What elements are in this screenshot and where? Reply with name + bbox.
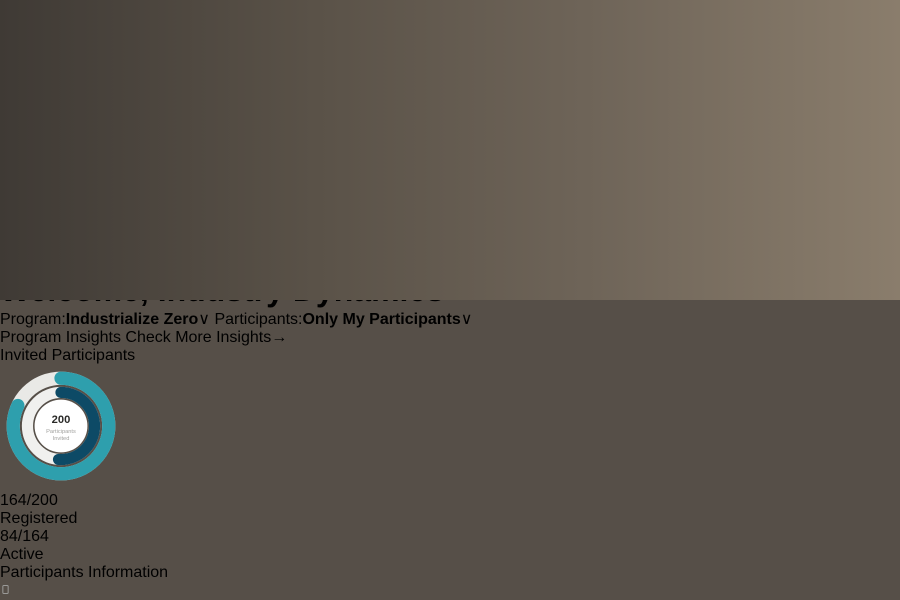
background-photo-bottom <box>0 300 900 600</box>
background-photo-top <box>0 0 900 300</box>
